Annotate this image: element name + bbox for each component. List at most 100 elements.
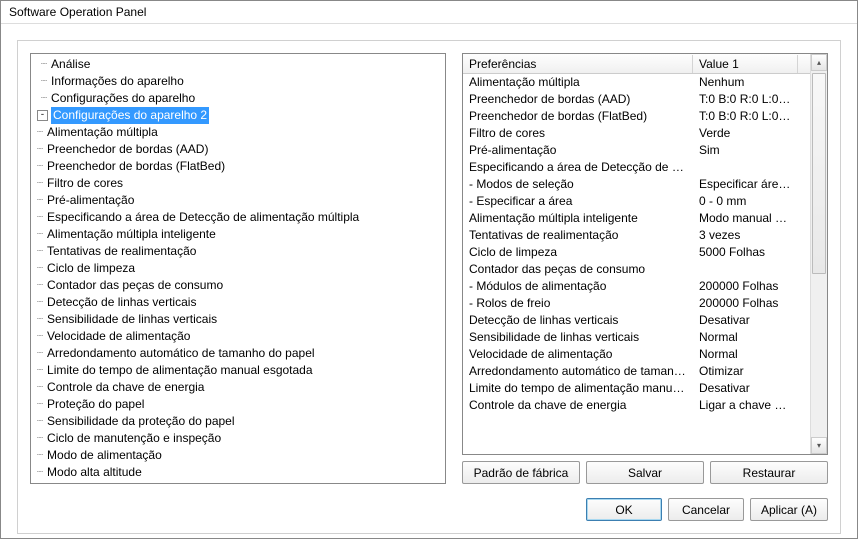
tree-item-label: Limite do tempo de alimentação manual es… <box>45 362 315 379</box>
tree-item[interactable]: ┈Ciclo de manutenção e inspeção <box>35 430 445 447</box>
tree-item[interactable]: ┈Configurações do aparelho <box>35 90 445 107</box>
preferences-list[interactable]: Preferências Value 1 Alimentação múltipl… <box>462 53 828 455</box>
list-cell-pref: Detecção de linhas verticais <box>463 312 693 329</box>
tree-connector-icon: ┈ <box>37 56 49 73</box>
scroll-down-arrow-icon[interactable]: ▾ <box>811 437 827 454</box>
factory-default-button[interactable]: Padrão de fábrica <box>462 461 580 484</box>
list-header[interactable]: Preferências Value 1 <box>463 54 810 74</box>
tree-item-label: Preenchedor de bordas (AAD) <box>45 141 210 158</box>
list-cell-value: Ligar a chave de ener... <box>693 397 798 414</box>
tree-item-label: Contador das peças de consumo <box>45 277 225 294</box>
tree-item-label: Detecção de linhas verticais <box>45 294 198 311</box>
list-row[interactable]: Especificando a área de Detecção de a... <box>463 159 810 176</box>
cancel-button[interactable]: Cancelar <box>668 498 744 521</box>
list-row[interactable]: Filtro de coresVerde <box>463 125 810 142</box>
tree-item[interactable]: ┈Pré-alimentação <box>35 192 445 209</box>
scroll-up-arrow-icon[interactable]: ▴ <box>811 54 827 71</box>
list-cell-value: Normal <box>693 329 798 346</box>
list-row[interactable]: Preenchedor de bordas (FlatBed)T:0 B:0 R… <box>463 108 810 125</box>
tree-item-label: Sensibilidade da proteção do papel <box>45 413 236 430</box>
list-row[interactable]: Controle da chave de energiaLigar a chav… <box>463 397 810 414</box>
tree-item[interactable]: ┈Ciclo de limpeza <box>35 260 445 277</box>
tree-item-label: Pré-alimentação <box>45 192 136 209</box>
tree-item[interactable]: ┈Limite do tempo de alimentação manual e… <box>35 362 445 379</box>
list-cell-pref: - Modos de seleção <box>463 176 693 193</box>
tree-item-label: Ciclo de limpeza <box>45 260 137 277</box>
list-cell-value: Sim <box>693 142 798 159</box>
apply-button[interactable]: Aplicar (A) <box>750 498 828 521</box>
collapse-icon[interactable]: - <box>37 110 48 121</box>
list-row[interactable]: Limite do tempo de alimentação manual ..… <box>463 380 810 397</box>
tree-connector-icon: ┈ <box>37 311 45 328</box>
tree-view[interactable]: ┈Análise┈Informações do aparelho┈Configu… <box>30 53 446 484</box>
list-cell-pref: Controle da chave de energia <box>463 397 693 414</box>
tree-item[interactable]: ┈Alimentação múltipla inteligente <box>35 226 445 243</box>
list-cell-value: 200000 Folhas <box>693 295 798 312</box>
list-row[interactable]: Pré-alimentaçãoSim <box>463 142 810 159</box>
list-cell-pref: Especificando a área de Detecção de a... <box>463 159 693 176</box>
list-row[interactable]: - Rolos de freio200000 Folhas <box>463 295 810 312</box>
list-row[interactable]: Velocidade de alimentaçãoNormal <box>463 346 810 363</box>
tree-item[interactable]: ┈Preenchedor de bordas (AAD) <box>35 141 445 158</box>
tree-item-label: Ciclo de manutenção e inspeção <box>45 430 223 447</box>
tree-item[interactable]: ┈Contador das peças de consumo <box>35 277 445 294</box>
list-cell-pref: - Especificar a área <box>463 193 693 210</box>
tree-item[interactable]: ┈Especificando a área de Detecção de ali… <box>35 209 445 226</box>
list-row[interactable]: Arredondamento automático de tamanh...Ot… <box>463 363 810 380</box>
list-row[interactable]: - Especificar a área0 - 0 mm <box>463 193 810 210</box>
list-cell-value: 5000 Folhas <box>693 244 798 261</box>
tree-item[interactable]: ┈Detecção de linhas verticais <box>35 294 445 311</box>
tree-item[interactable]: -Configurações do aparelho 2 <box>35 107 445 124</box>
tree-item-label: Preenchedor de bordas (FlatBed) <box>45 158 227 175</box>
tree-item[interactable]: ┈Sensibilidade de linhas verticais <box>35 311 445 328</box>
tree-connector-icon: ┈ <box>37 294 45 311</box>
tree-item[interactable]: ┈Informações do aparelho <box>35 73 445 90</box>
tree-item-label: Análise <box>49 56 92 73</box>
tree-item[interactable]: ┈Modo de alimentação <box>35 447 445 464</box>
save-button[interactable]: Salvar <box>586 461 704 484</box>
list-cell-value <box>693 261 798 278</box>
tree-connector-icon: ┈ <box>37 158 45 175</box>
tree-item[interactable]: ┈Sensibilidade da proteção do papel <box>35 413 445 430</box>
scroll-track[interactable] <box>811 71 827 437</box>
tree-item[interactable]: ┈Preenchedor de bordas (FlatBed) <box>35 158 445 175</box>
list-cell-pref: Sensibilidade de linhas verticais <box>463 329 693 346</box>
column-header-preferencias[interactable]: Preferências <box>463 55 693 73</box>
main-groupbox: ┈Análise┈Informações do aparelho┈Configu… <box>17 40 841 534</box>
list-row[interactable]: Tentativas de realimentação3 vezes <box>463 227 810 244</box>
list-cell-value: 0 - 0 mm <box>693 193 798 210</box>
tree-item[interactable]: ┈Alimentação múltipla <box>35 124 445 141</box>
tree-item[interactable]: ┈Análise <box>35 56 445 73</box>
list-cell-value: Especificar área de e... <box>693 176 798 193</box>
list-row[interactable]: Alimentação múltipla inteligenteModo man… <box>463 210 810 227</box>
list-row[interactable]: Alimentação múltiplaNenhum <box>463 74 810 91</box>
tree-item[interactable]: ┈Modo alta altitude <box>35 464 445 481</box>
window: Software Operation Panel ┈Análise┈Inform… <box>0 0 858 539</box>
list-row[interactable]: Ciclo de limpeza5000 Folhas <box>463 244 810 261</box>
list-row[interactable]: Sensibilidade de linhas verticaisNormal <box>463 329 810 346</box>
list-row[interactable]: - Módulos de alimentação200000 Folhas <box>463 278 810 295</box>
tree-item[interactable]: ┈Velocidade de alimentação <box>35 328 445 345</box>
tree-item[interactable]: ┈Arredondamento automático de tamanho do… <box>35 345 445 362</box>
list-cell-pref: Pré-alimentação <box>463 142 693 159</box>
scroll-thumb[interactable] <box>812 73 826 274</box>
list-row[interactable]: - Modos de seleçãoEspecificar área de e.… <box>463 176 810 193</box>
ok-button[interactable]: OK <box>586 498 662 521</box>
list-cell-pref: - Módulos de alimentação <box>463 278 693 295</box>
tree-item-label: Modo de alimentação <box>45 447 164 464</box>
vertical-scrollbar[interactable]: ▴ ▾ <box>810 54 827 454</box>
tree-item[interactable]: ┈Filtro de cores <box>35 175 445 192</box>
window-body: ┈Análise┈Informações do aparelho┈Configu… <box>1 24 857 550</box>
list-row[interactable]: Detecção de linhas verticaisDesativar <box>463 312 810 329</box>
column-header-value1[interactable]: Value 1 <box>693 55 798 73</box>
list-row[interactable]: Contador das peças de consumo <box>463 261 810 278</box>
tree-item[interactable]: ┈Tentativas de realimentação <box>35 243 445 260</box>
tree-item-label: Velocidade de alimentação <box>45 328 192 345</box>
tree-item-label: Sensibilidade de linhas verticais <box>45 311 219 328</box>
list-cell-value <box>693 159 798 176</box>
restore-button[interactable]: Restaurar <box>710 461 828 484</box>
tree-item[interactable]: ┈Controle da chave de energia <box>35 379 445 396</box>
list-cell-value: 3 vezes <box>693 227 798 244</box>
list-row[interactable]: Preenchedor de bordas (AAD)T:0 B:0 R:0 L… <box>463 91 810 108</box>
tree-item[interactable]: ┈Proteção do papel <box>35 396 445 413</box>
